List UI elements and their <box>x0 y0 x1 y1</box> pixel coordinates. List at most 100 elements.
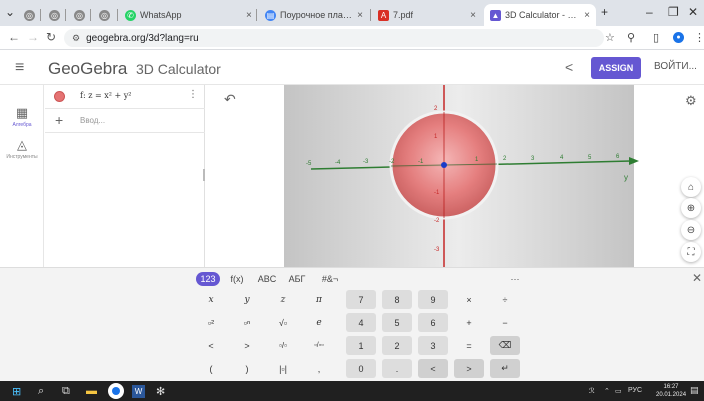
restore-icon[interactable]: ❐ <box>668 5 679 19</box>
new-tab-icon[interactable]: + <box>601 5 608 19</box>
key-open-paren[interactable]: ( <box>196 359 226 378</box>
tab-geogebra[interactable]: ▲ 3D Calculator - GeoGebra × <box>484 4 596 26</box>
key-8[interactable]: 8 <box>382 290 412 309</box>
arrow-left-icon[interactable]: < <box>418 359 448 378</box>
tab-3[interactable]: ◎ <box>68 4 88 26</box>
key-fraction[interactable]: ▫/▫ <box>268 336 298 355</box>
kbd-tab-numbers[interactable]: 123 <box>196 272 220 286</box>
algebra-input-row[interactable]: + Ввод... <box>45 109 205 133</box>
more-options-icon[interactable]: ⋮ <box>188 89 198 100</box>
sidepanel-icon[interactable]: ▯ <box>653 31 659 44</box>
forward-icon[interactable]: → <box>27 30 39 44</box>
keyboard-close-icon[interactable]: ✕ <box>692 271 702 285</box>
hamburger-menu-icon[interactable]: ≡ <box>15 59 24 77</box>
chrome-icon[interactable] <box>108 383 124 399</box>
key-equals[interactable]: = <box>454 336 484 355</box>
key-abs[interactable]: |▫| <box>268 359 298 378</box>
login-button[interactable]: ВОЙТИ... <box>654 61 697 72</box>
tab-lesson-plan[interactable]: ▤ Поурочное планировани × <box>259 4 369 26</box>
kbd-tab-functions[interactable]: f(x) <box>226 272 248 286</box>
key-divide[interactable]: ÷ <box>490 290 520 309</box>
tab-search-icon[interactable]: ⌄ <box>5 5 15 19</box>
key-power[interactable]: ▫ⁿ <box>232 313 262 332</box>
enter-icon[interactable]: ↵ <box>490 359 520 378</box>
undo-icon[interactable]: ↶ <box>224 91 236 108</box>
reload-icon[interactable]: ↻ <box>46 30 56 44</box>
zoom-out-button[interactable]: ⊖ <box>681 220 701 240</box>
plus-icon[interactable]: + <box>55 112 63 128</box>
star-icon[interactable]: ☆ <box>605 31 615 44</box>
key-z[interactable]: z <box>268 290 298 309</box>
close-window-icon[interactable]: ✕ <box>688 5 698 19</box>
zoom-in-button[interactable]: ⊕ <box>681 198 701 218</box>
key-1[interactable]: 1 <box>346 336 376 355</box>
scrollbar[interactable] <box>203 169 205 181</box>
settings-gear-icon[interactable]: ⚙ <box>685 93 697 109</box>
close-icon[interactable]: × <box>357 10 363 21</box>
key-y[interactable]: y <box>232 290 262 309</box>
close-icon[interactable]: × <box>584 10 590 21</box>
key-7[interactable]: 7 <box>346 290 376 309</box>
extensions-icon[interactable]: ⚲ <box>627 31 635 44</box>
key-6[interactable]: 6 <box>418 313 448 332</box>
task-view-icon[interactable]: ⧉ <box>62 385 70 398</box>
kbd-tab-latin[interactable]: ABC <box>256 272 278 286</box>
rail-tools[interactable]: ◬ Инструменты <box>0 137 44 160</box>
tab-2[interactable]: ◎ <box>43 4 63 26</box>
key-4[interactable]: 4 <box>346 313 376 332</box>
key-pi[interactable]: π <box>304 290 334 309</box>
fullscreen-button[interactable]: ⛶ <box>681 242 701 262</box>
tab-whatsapp[interactable]: ✆ WhatsApp <box>119 4 189 26</box>
site-info-icon[interactable]: ⚙ <box>72 33 80 44</box>
search-icon[interactable]: ⌕ <box>38 385 44 398</box>
tab-whatsapp-close[interactable]: × <box>240 4 254 26</box>
close-icon[interactable]: × <box>246 10 252 21</box>
assign-button[interactable]: ASSIGN <box>591 57 641 79</box>
algebra-row-f[interactable]: f: z = x² + y² ⋮ <box>45 85 205 109</box>
word-icon[interactable]: W <box>132 385 145 398</box>
tab-1[interactable]: ◎ <box>18 4 38 26</box>
rail-algebra[interactable]: ▦ Алгебра <box>0 105 44 128</box>
key-greater-than[interactable]: > <box>232 336 262 355</box>
key-9[interactable]: 9 <box>418 290 448 309</box>
key-0[interactable]: 0 <box>346 359 376 378</box>
arrow-right-icon[interactable]: > <box>454 359 484 378</box>
key-plus[interactable]: + <box>454 313 484 332</box>
key-multiply[interactable]: × <box>454 290 484 309</box>
profile-icon[interactable]: ● <box>673 32 684 43</box>
people-icon[interactable]: ℛ <box>589 387 595 395</box>
back-icon[interactable]: ← <box>8 30 20 44</box>
kbd-tab-greek[interactable]: АБГ <box>286 272 308 286</box>
algebra-expression[interactable]: f: z = x² + y² <box>80 91 131 100</box>
key-square[interactable]: ▫² <box>196 313 226 332</box>
key-5[interactable]: 5 <box>382 313 412 332</box>
key-3[interactable]: 3 <box>418 336 448 355</box>
key-less-than[interactable]: < <box>196 336 226 355</box>
key-mixed-fraction[interactable]: ▫/▫▫ <box>304 336 334 355</box>
windows-start-icon[interactable]: ⊞ <box>12 385 21 398</box>
keyboard-language[interactable]: РУС <box>628 387 642 394</box>
close-icon[interactable]: × <box>470 10 476 21</box>
key-sqrt[interactable]: √▫ <box>268 313 298 332</box>
key-2[interactable]: 2 <box>382 336 412 355</box>
visibility-toggle-icon[interactable] <box>54 91 65 102</box>
file-explorer-icon[interactable]: ▬ <box>86 385 97 397</box>
algebra-input[interactable]: Ввод... <box>80 116 105 125</box>
notifications-icon[interactable]: ▤ <box>690 385 699 396</box>
geogebra-logo[interactable]: GeoGebra <box>48 59 127 79</box>
tab-4[interactable]: ◎ <box>93 4 113 26</box>
tray-chevron-icon[interactable]: ⌃ <box>604 387 610 395</box>
tab-pdf[interactable]: A 7.pdf × <box>372 4 482 26</box>
menu-icon[interactable]: ⋮ <box>694 31 704 44</box>
kbd-more-icon[interactable]: ··· <box>506 272 524 286</box>
key-close-paren[interactable]: ) <box>232 359 262 378</box>
key-comma[interactable]: , <box>304 359 334 378</box>
share-icon[interactable]: < <box>565 59 573 75</box>
clock[interactable]: 16:27 20.01.2024 <box>656 383 686 399</box>
app-icon[interactable]: ✻ <box>156 385 165 398</box>
url-input[interactable]: ⚙ geogebra.org/3d?lang=ru <box>64 29 604 47</box>
key-minus[interactable]: − <box>490 313 520 332</box>
key-decimal[interactable]: . <box>382 359 412 378</box>
key-e[interactable]: e <box>304 313 334 332</box>
minimize-icon[interactable]: – <box>646 5 653 19</box>
